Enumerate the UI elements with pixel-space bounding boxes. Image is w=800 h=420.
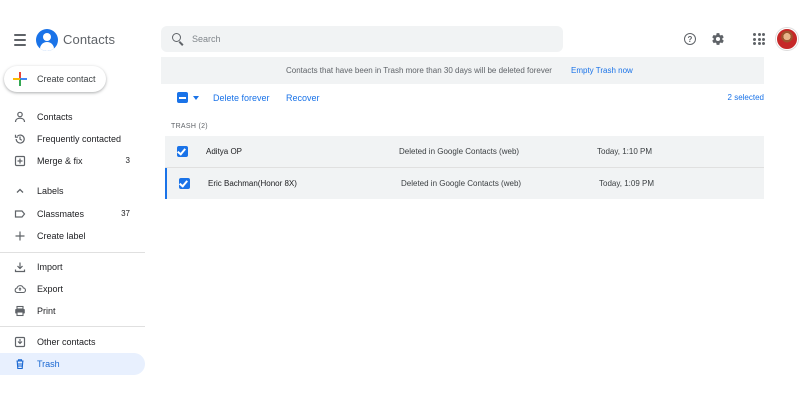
sidebar-item-label: Export [37,284,64,294]
sidebar-item-label: Create label [37,231,86,241]
select-all-checkbox[interactable] [177,92,188,103]
sidebar-item-label: Contacts [37,112,73,122]
logo-head [43,33,51,41]
sidebar-item-classmates[interactable]: Classmates 37 [0,203,145,225]
chevron-down-icon[interactable] [193,96,199,100]
menu-bar [14,44,26,46]
banner-message: Contacts that have been in Trash more th… [286,66,552,75]
search-icon[interactable] [172,33,181,42]
apps-grid-icon[interactable] [753,33,765,45]
logo-body [40,42,54,51]
plus-icon [13,72,27,86]
create-contact-button[interactable]: Create contact [4,66,106,92]
deletion-time: Today, 1:10 PM [597,147,652,156]
sidebar-item-other-contacts[interactable]: Other contacts [0,331,145,353]
row-checkbox[interactable] [179,178,190,189]
sidebar-item-label: Frequently contacted [37,134,122,144]
contact-name: Aditya OP [206,147,243,156]
chevron-up-icon [16,188,24,193]
sidebar-item-label: Merge & fix [37,156,83,166]
sidebar-item-import[interactable]: Import [0,256,145,278]
app-title: Contacts [63,32,116,47]
history-icon [14,134,25,144]
sidebar-divider [0,252,145,253]
sidebar-item-label: Labels [37,186,64,196]
delete-forever-button[interactable]: Delete forever [213,93,270,103]
sidebar-item-merge-fix[interactable]: Merge & fix 3 [0,150,145,172]
add-icon [15,231,25,241]
trash-section-header: TRASH (2) [171,123,208,130]
import-icon [14,262,26,273]
help-icon[interactable]: ? [684,33,696,45]
search-input[interactable] [192,30,552,48]
account-avatar[interactable] [776,28,798,50]
sidebar-item-print[interactable]: Print [0,300,145,322]
search-bar[interactable] [161,26,563,52]
deletion-status: Deleted in Google Contacts (web) [399,147,520,156]
trash-info-banner: Contacts that have been in Trash more th… [161,57,764,84]
row-checkbox[interactable] [177,146,188,157]
sidebar-item-label: Print [37,306,56,316]
menu-bar [14,39,26,41]
classmates-count: 37 [121,209,130,218]
create-contact-label: Create contact [37,74,96,84]
sidebar-item-trash[interactable]: Trash [0,353,145,375]
contact-name: Eric Bachman(Honor 8X) [208,179,297,188]
main-menu-button[interactable] [10,30,30,50]
sidebar-item-create-label[interactable]: Create label [0,225,145,247]
sidebar-item-label: Classmates [37,209,85,219]
table-row[interactable]: Aditya OP Deleted in Google Contacts (we… [165,136,764,167]
menu-bar [14,34,26,36]
sidebar-item-contacts[interactable]: Contacts [0,106,145,128]
archive-person-icon [14,336,26,348]
empty-trash-button[interactable]: Empty Trash now [571,66,633,75]
sidebar-item-label: Other contacts [37,337,96,347]
sidebar-item-frequently-contacted[interactable]: Frequently contacted [0,128,145,150]
table-row[interactable]: Eric Bachman(Honor 8X) Deleted in Google… [165,168,764,199]
label-icon [14,210,26,218]
recover-button[interactable]: Recover [286,93,320,103]
trash-icon [16,359,24,370]
contacts-logo-icon [36,29,58,51]
cloud-upload-icon [14,285,26,294]
sidebar-item-labels-toggle[interactable]: Labels [0,180,145,202]
deletion-time: Today, 1:09 PM [599,179,654,188]
person-icon [14,111,26,123]
sidebar-item-label: Import [37,262,63,272]
sidebar-item-export[interactable]: Export [0,278,145,300]
gear-icon[interactable] [711,32,725,46]
merge-icon [14,155,26,167]
sidebar-divider [0,326,145,327]
sidebar-item-label: Trash [37,359,60,369]
merge-count: 3 [125,156,130,165]
deletion-status: Deleted in Google Contacts (web) [401,179,522,188]
printer-icon [15,305,25,317]
selected-count: 2 selected [727,93,764,102]
